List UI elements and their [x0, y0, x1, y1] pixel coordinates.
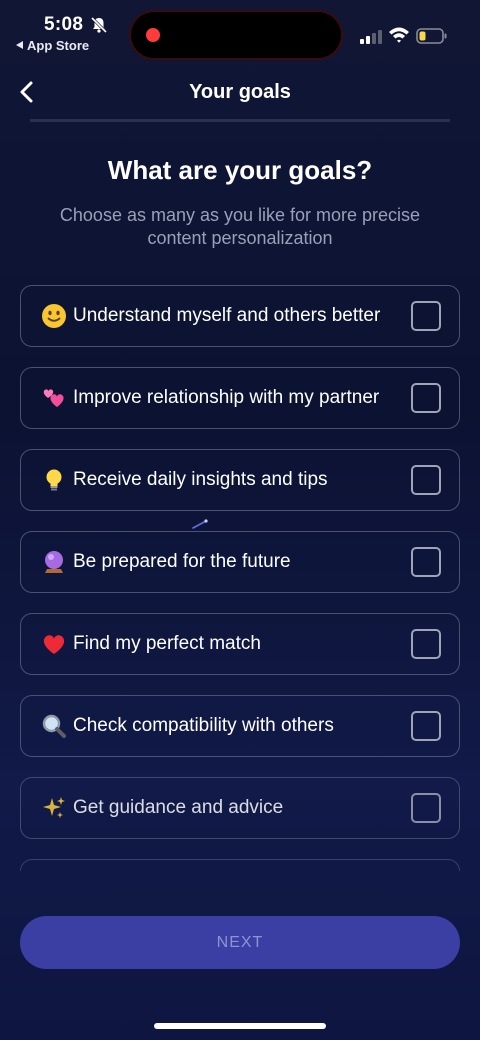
goal-option-label: Find my perfect match [73, 633, 261, 654]
bell-off-icon [90, 16, 108, 34]
goal-option-insights[interactable]: Receive daily insights and tips [20, 449, 460, 511]
goal-option-partial[interactable] [20, 859, 460, 871]
crystal-ball-icon [45, 551, 63, 573]
page-title: Your goals [189, 81, 291, 103]
next-button[interactable]: NEXT [20, 916, 460, 969]
goal-option-compatibility[interactable]: Check compatibility with others [20, 695, 460, 757]
goal-option-understand[interactable]: Understand myself and others better [20, 285, 460, 347]
red-heart-icon [43, 635, 65, 654]
signal-icon [360, 30, 382, 44]
comet-decoration [192, 519, 208, 529]
goal-checkbox[interactable] [411, 301, 441, 331]
wifi-icon [389, 27, 409, 43]
goal-option-label: Check compatibility with others [73, 715, 334, 736]
goal-option-relationship[interactable]: Improve relationship with my partner [20, 367, 460, 429]
header-divider [30, 119, 450, 122]
goal-checkbox[interactable] [411, 793, 441, 823]
battery-icon [416, 28, 447, 44]
goal-option-label: Receive daily insights and tips [73, 469, 328, 490]
light-bulb-icon [46, 469, 62, 491]
dynamic-island [131, 12, 341, 58]
status-time: 5:08 [44, 14, 84, 35]
sparkles-icon [43, 797, 65, 818]
goal-checkbox[interactable] [411, 629, 441, 659]
goal-option-guidance[interactable]: Get guidance and advice [20, 777, 460, 839]
goals-subheading: Choose as many as you like for more prec… [59, 205, 421, 248]
back-to-app-store[interactable]: App Store [16, 38, 89, 53]
goal-option-label: Understand myself and others better [73, 305, 381, 326]
goals-options-list: Understand myself and others better Impr… [20, 285, 460, 871]
nav-header: Your goals [0, 70, 480, 116]
goal-checkbox[interactable] [411, 383, 441, 413]
home-indicator [154, 1023, 326, 1029]
magnifying-glass-icon [42, 714, 66, 738]
status-bar: 5:08 App Store [0, 0, 480, 62]
goal-checkbox[interactable] [411, 547, 441, 577]
record-dot-icon [146, 28, 160, 42]
goal-option-label: Be prepared for the future [73, 551, 291, 572]
two-hearts-icon [43, 389, 64, 407]
back-app-label: App Store [27, 38, 90, 53]
goal-checkbox[interactable] [411, 465, 441, 495]
goal-option-label: Get guidance and advice [73, 797, 284, 818]
goal-option-label: Improve relationship with my partner [73, 387, 380, 408]
goal-option-future[interactable]: Be prepared for the future [20, 531, 460, 593]
goals-heading: What are your goals? [107, 155, 373, 185]
back-triangle-icon [16, 41, 23, 49]
goal-checkbox[interactable] [411, 711, 441, 741]
goal-option-match[interactable]: Find my perfect match [20, 613, 460, 675]
slightly-smiling-face-icon [42, 304, 66, 328]
